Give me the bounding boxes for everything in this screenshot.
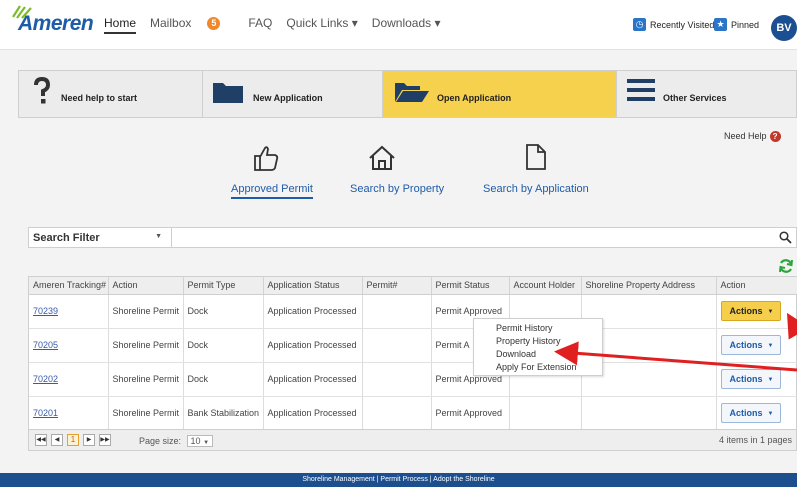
arrow-to-download <box>554 341 797 372</box>
annotation-arrows <box>554 312 797 372</box>
page-footer: Shoreline Management | Permit Process | … <box>0 473 797 487</box>
arrow-to-actions <box>786 312 797 340</box>
page: Ameren Home Mailbox 5 FAQ Quick Links ▾ D… <box>0 0 797 487</box>
